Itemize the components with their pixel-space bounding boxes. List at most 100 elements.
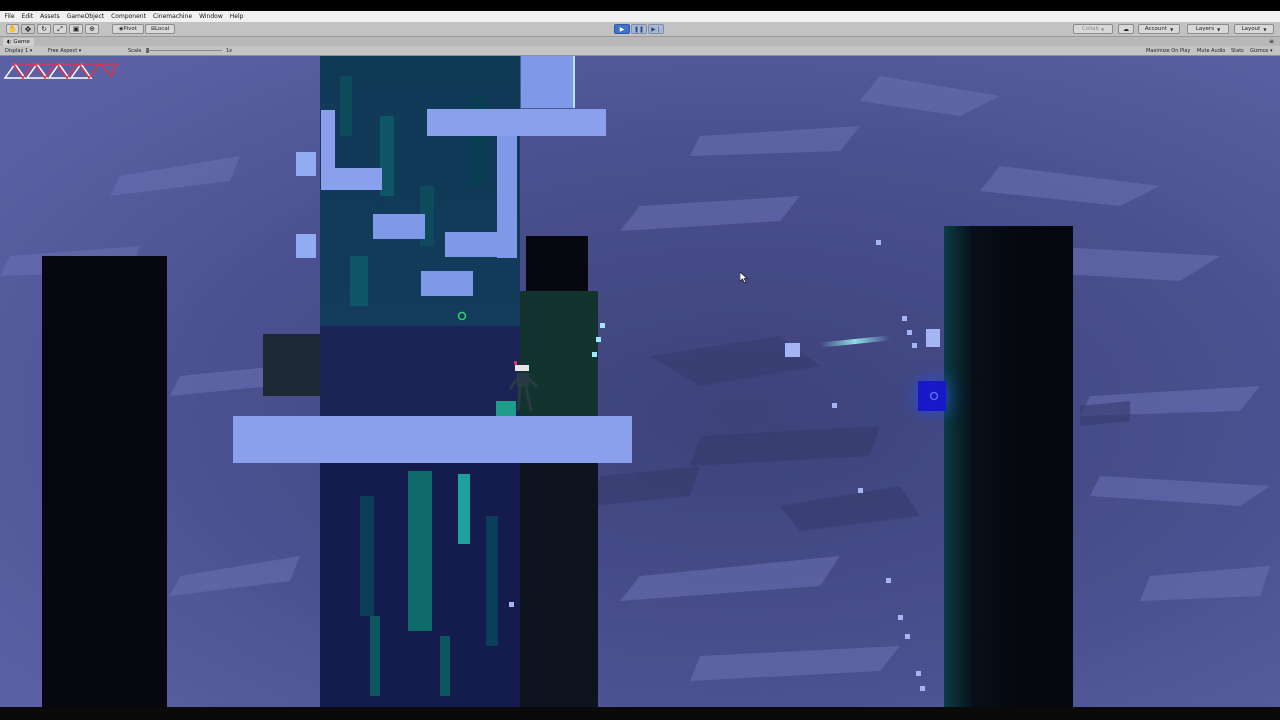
central-tower <box>320 56 520 707</box>
particle <box>509 602 514 607</box>
menu-cinemachine[interactable]: Cinemachine <box>149 11 195 22</box>
menu-edit[interactable]: Edit <box>18 11 37 22</box>
main-toolbar: ✋ ✥ ↻ ⤢ ▣ ⊕ ◉ Pivot ⊞ Local ▶ ❚❚ ▶❘ Coll… <box>0 22 1280 37</box>
layout-dropdown[interactable]: Layout ▼ <box>1234 24 1274 34</box>
cloud-button[interactable]: ☁ <box>1118 24 1134 34</box>
scale-icon: ⤢ <box>57 24 63 33</box>
bottom-bar <box>0 707 1280 720</box>
floating-cube <box>926 329 940 347</box>
game-tab[interactable]: ◐ Game <box>3 38 34 46</box>
mute-audio-toggle[interactable]: Mute Audio <box>1197 48 1225 54</box>
particle <box>600 323 605 328</box>
transform-icon: ⊕ <box>89 24 95 33</box>
menu-icon[interactable]: ≡ <box>1269 37 1274 46</box>
particle <box>886 578 891 583</box>
particle <box>832 403 837 408</box>
pivot-toggle[interactable]: ◉ Pivot <box>112 24 144 34</box>
pause-icon: ❚❚ <box>633 25 645 33</box>
chevron-down-icon: ▾ <box>1270 48 1273 54</box>
tower-tile <box>380 116 394 196</box>
hand-tool-button[interactable]: ✋ <box>6 24 19 34</box>
dark-block <box>526 236 588 291</box>
pivot-label: Pivot <box>123 26 137 32</box>
aspect-dropdown[interactable]: Free Aspect ▾ <box>48 48 81 54</box>
platform <box>296 234 316 258</box>
particle <box>920 686 925 691</box>
particle <box>596 337 601 342</box>
particle <box>858 488 863 493</box>
menu-window[interactable]: Window <box>196 11 227 22</box>
tower-side-lower <box>520 461 598 707</box>
menu-help[interactable]: Help <box>226 11 247 22</box>
display-dropdown[interactable]: Display 1 ▾ <box>5 48 32 54</box>
platform <box>521 56 575 108</box>
tower-tile <box>440 636 450 696</box>
gizmos-dropdown[interactable]: Gizmos ▾ <box>1250 48 1273 54</box>
aspect-label: Free Aspect <box>48 48 78 54</box>
tower-tile <box>350 256 368 306</box>
account-dropdown[interactable]: Account ▼ <box>1138 24 1180 34</box>
particle <box>916 671 921 676</box>
menu-file[interactable]: File <box>1 11 18 22</box>
scale-tool-button[interactable]: ⤢ <box>53 24 67 34</box>
particle <box>912 343 917 348</box>
move-tool-button[interactable]: ✥ <box>21 24 35 34</box>
tower-tile <box>486 516 498 646</box>
scale-slider-handle[interactable] <box>146 48 149 53</box>
tower-tile <box>340 76 352 136</box>
collab-label: Collab <box>1081 26 1100 32</box>
rect-icon: ▣ <box>72 24 80 33</box>
play-button[interactable]: ▶ <box>614 24 630 34</box>
rect-tool-button[interactable]: ▣ <box>69 24 83 34</box>
particle <box>905 634 910 639</box>
layers-dropdown[interactable]: Layers ▼ <box>1187 24 1229 34</box>
local-toggle[interactable]: ⊞ Local <box>145 24 175 34</box>
particle <box>902 316 907 321</box>
scale-value: 1x <box>226 48 233 54</box>
step-icon: ▶❘ <box>651 25 661 33</box>
pause-button[interactable]: ❚❚ <box>631 24 647 34</box>
platform <box>421 271 473 296</box>
account-label: Account <box>1144 26 1168 32</box>
game-viewport[interactable] <box>0 56 1280 707</box>
menu-gameobject[interactable]: GameObject <box>63 11 107 22</box>
chevron-down-icon: ▾ <box>29 48 33 54</box>
game-icon: ◐ <box>7 39 12 45</box>
maximize-on-play-toggle[interactable]: Maximize On Play <box>1146 48 1190 54</box>
scale-slider[interactable] <box>146 48 222 53</box>
particle <box>898 615 903 620</box>
tower-tile <box>408 471 432 631</box>
background-swirl <box>0 56 1280 707</box>
platform <box>445 232 497 257</box>
platform <box>497 136 517 258</box>
game-tab-bar: ◐ Game ≡ <box>0 37 1280 46</box>
display-label: Display 1 <box>5 48 29 54</box>
title-bar <box>0 0 1280 11</box>
step-button[interactable]: ▶❘ <box>648 24 664 34</box>
platform <box>427 109 606 136</box>
particle <box>907 330 912 335</box>
menu-bar: File Edit Assets GameObject Component Ci… <box>0 11 1280 22</box>
chevron-down-icon: ▾ <box>78 48 82 54</box>
chevron-down-icon: ▼ <box>1170 26 1174 32</box>
scale-label: Scale <box>128 48 142 54</box>
gizmos-label: Gizmos <box>1250 48 1269 54</box>
local-label: Local <box>154 26 170 32</box>
move-icon: ✥ <box>24 24 32 34</box>
menu-assets[interactable]: Assets <box>37 11 64 22</box>
tower-mid <box>320 326 520 416</box>
platform <box>373 214 425 239</box>
rotate-tool-button[interactable]: ↻ <box>37 24 51 34</box>
chevron-down-icon: ▼ <box>1217 26 1221 32</box>
hand-icon: ✋ <box>8 24 17 33</box>
stats-toggle[interactable]: Stats <box>1231 48 1244 54</box>
player-character <box>508 361 539 412</box>
particle <box>876 240 881 245</box>
cursor-icon <box>740 272 748 284</box>
transform-tool-button[interactable]: ⊕ <box>85 24 99 34</box>
particle <box>592 352 597 357</box>
platform <box>296 152 316 176</box>
menu-component[interactable]: Component <box>108 11 150 22</box>
collab-dropdown[interactable]: Collab ▼ <box>1073 24 1113 34</box>
layers-label: Layers <box>1195 26 1215 32</box>
